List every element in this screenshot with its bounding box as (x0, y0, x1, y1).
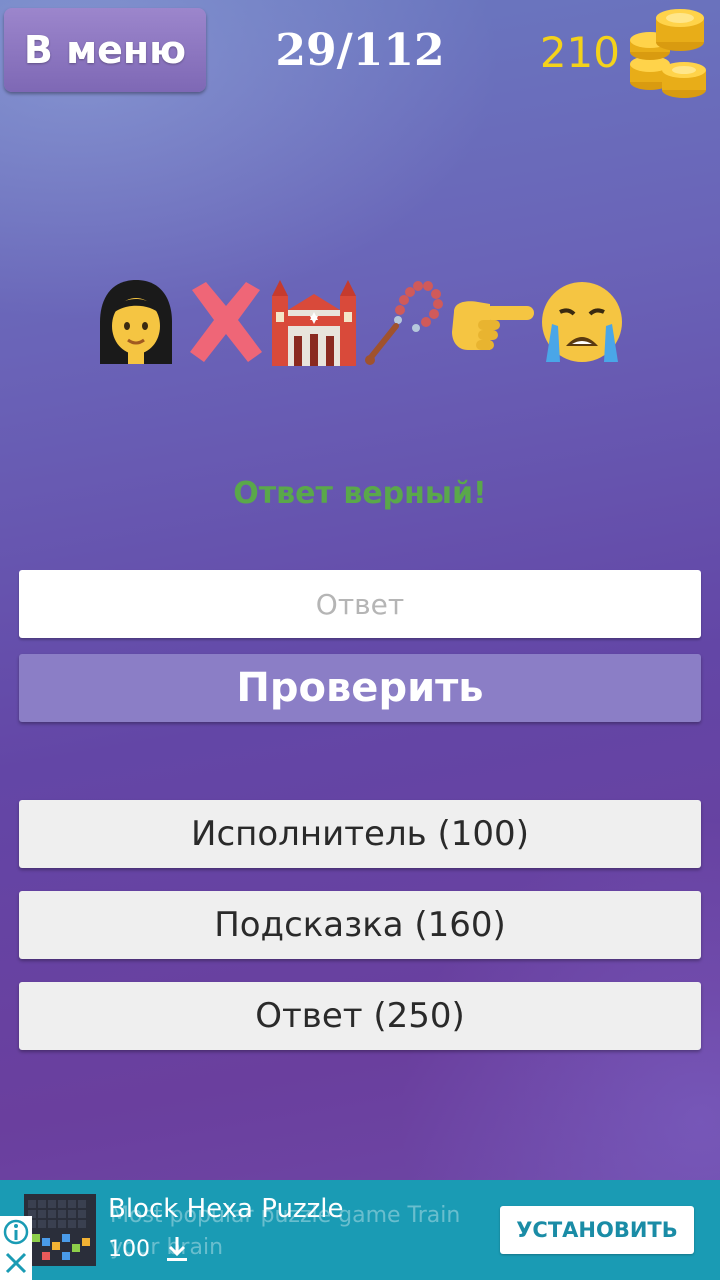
hint-clue-button[interactable]: Подсказка (160) (19, 891, 701, 959)
cross-mark-icon (190, 282, 262, 362)
background (0, 0, 720, 1280)
gold-coins-icon (630, 9, 706, 98)
answer-input[interactable] (19, 570, 701, 638)
woman-icon (100, 280, 172, 364)
ad-rating-value: 100 (108, 1236, 150, 1262)
synagogue-icon (272, 280, 356, 366)
crying-face-icon (542, 282, 622, 362)
ad-app-icon (24, 1194, 96, 1266)
check-button[interactable]: Проверить (19, 654, 701, 722)
hint-artist-button[interactable]: Исполнитель (100) (19, 800, 701, 868)
menu-button[interactable]: В меню (4, 8, 206, 92)
coins-count: 210 (539, 27, 620, 77)
level-progress: 29/112 (275, 24, 445, 76)
feedback-message: Ответ верный! (233, 476, 487, 511)
ad-title: Block Hexa Puzzle (108, 1194, 344, 1224)
ad-rating: 100 (108, 1234, 190, 1264)
prayer-beads-icon (365, 281, 443, 365)
ad-install-button[interactable]: УСТАНОВИТЬ (500, 1206, 694, 1254)
hint-answer-button[interactable]: Ответ (250) (19, 982, 701, 1050)
emoji-puzzle (92, 276, 632, 368)
ad-choices[interactable] (0, 1216, 32, 1280)
download-icon (167, 1237, 187, 1261)
pointing-right-icon (452, 301, 534, 350)
ad-info-icon (3, 1219, 29, 1274)
